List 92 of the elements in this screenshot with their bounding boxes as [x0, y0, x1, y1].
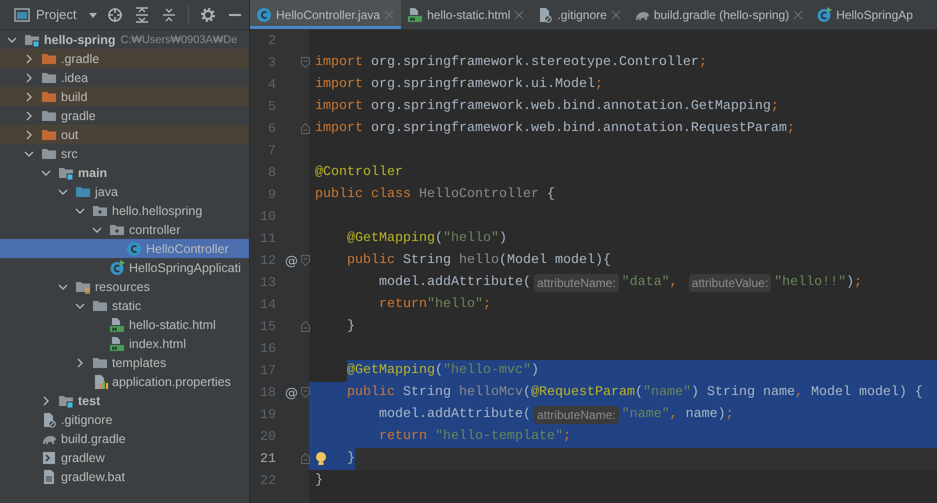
tree-item[interactable]: .gitignore — [0, 410, 249, 429]
tree-item[interactable]: hello.hellospring — [0, 201, 249, 220]
code-token: org.springframework.web.bind.annotation.GetMapping — [371, 98, 771, 116]
html-file-icon — [109, 316, 125, 332]
tree-item[interactable]: static — [0, 296, 249, 315]
editor-tab[interactable]: hello-static.html — [401, 0, 532, 29]
script-file-icon — [41, 450, 57, 466]
html-file-icon — [109, 336, 125, 352]
code-token: org.springframework.web.bind.annotation.RequestParam — [371, 120, 787, 138]
class-icon — [126, 240, 142, 256]
editor-tab[interactable]: build.gradle (hello-spring) — [628, 0, 810, 29]
ignored-file-icon — [537, 6, 554, 22]
tree-item[interactable]: hello-spring C:₩Users₩0903A₩De — [0, 30, 249, 49]
tree-item[interactable]: resources — [0, 277, 249, 296]
code-token: ) — [846, 274, 854, 292]
code-token: public class — [315, 186, 412, 204]
html-file-icon — [407, 6, 424, 22]
code-token: ; — [770, 98, 779, 116]
code-token: ; — [594, 76, 603, 94]
file-icon — [41, 468, 57, 484]
tree-item[interactable]: hello-static.html — [0, 315, 249, 334]
code-token: String — [402, 252, 452, 270]
panel-icon[interactable] — [14, 6, 30, 22]
code-token: import — [315, 54, 364, 72]
code-token: public — [346, 252, 396, 270]
gutter-marker[interactable]: @ — [285, 386, 295, 400]
parameter-hint: attributeValue: — [688, 274, 772, 292]
tree-item[interactable]: build — [0, 87, 249, 106]
class-icon — [109, 260, 125, 276]
tree-item[interactable]: gradlew.bat — [0, 467, 249, 486]
class-icon — [816, 6, 832, 22]
code-token: ; — [482, 296, 491, 314]
properties-file-icon — [92, 374, 108, 390]
parameter-hint: attributeName: — [534, 274, 619, 292]
ignored-file-icon — [41, 412, 57, 428]
code-token: org.springframework.ui.Model — [371, 76, 595, 94]
tree-item[interactable]: .idea — [0, 68, 249, 87]
fold-start-icon[interactable] — [301, 255, 310, 266]
tree-item[interactable]: index.html — [0, 334, 249, 353]
code-token: import — [315, 76, 364, 94]
code-token: ; — [786, 120, 795, 138]
panel-title[interactable]: Project — [36, 7, 76, 22]
code-token: import — [315, 98, 364, 116]
crosshair-icon[interactable] — [107, 6, 123, 22]
code-token: "hello" — [442, 230, 499, 248]
tree-item[interactable]: gradlew — [0, 448, 249, 467]
tree-item[interactable]: out — [0, 125, 249, 144]
code-token: ; — [854, 274, 862, 292]
fold-start-icon[interactable] — [301, 387, 310, 398]
tree-item[interactable]: HelloSpringApplicati — [0, 258, 249, 277]
tree-item[interactable]: java — [0, 182, 249, 201]
editor-tab[interactable]: HelloSpringAp — [810, 0, 920, 29]
editor-tab[interactable]: .gitignore — [531, 0, 628, 29]
settings-icon[interactable] — [200, 6, 216, 22]
code-token: model.addAttribute( — [378, 274, 531, 292]
code-token: { — [546, 186, 555, 204]
code-token: "data" — [622, 274, 670, 292]
fold-start-icon[interactable] — [301, 57, 310, 68]
gutter-marker[interactable]: @ — [285, 254, 295, 268]
code-token: import — [315, 120, 364, 138]
code-token: ) — [498, 230, 507, 248]
tree-item[interactable]: src — [0, 144, 249, 163]
expand-all-icon[interactable] — [134, 6, 150, 22]
line-number: 21 — [259, 452, 276, 466]
editor-tab[interactable]: HelloController.java — [250, 0, 402, 29]
code-token: hello — [458, 252, 499, 270]
tree-item[interactable]: .gradle — [0, 49, 249, 68]
project-path: C:₩Users₩0903A₩De — [120, 34, 238, 46]
code-token: @GetMapping — [346, 230, 435, 248]
code-token: HelloController — [418, 186, 539, 204]
code-token: "hello!!" — [774, 274, 846, 292]
code-token: org.springframework.stereotype.Controller — [371, 54, 699, 72]
tree-item[interactable]: build.gradle — [0, 429, 249, 448]
code-token: ( — [434, 230, 443, 248]
tree-item[interactable]: main — [0, 163, 249, 182]
code-token: @Controller — [315, 164, 403, 182]
parameter-hint: attributeName: — [534, 406, 619, 424]
tree-item[interactable]: test — [0, 391, 249, 410]
code-token: "hello" — [426, 296, 483, 314]
tree-item[interactable]: application.properties — [0, 372, 249, 391]
code-token: , — [670, 274, 679, 292]
tree-item[interactable]: controller — [0, 220, 249, 239]
code-token: } — [315, 472, 323, 490]
code-token: (Model model){ — [498, 252, 611, 270]
collapse-all-icon[interactable] — [161, 6, 177, 22]
tree-item[interactable]: gradle — [0, 106, 249, 125]
code-token: return — [378, 296, 427, 314]
tree-item[interactable]: templates — [0, 353, 249, 372]
lightbulb-icon[interactable] — [315, 451, 327, 467]
code-token: } — [346, 318, 355, 336]
code-token: ; — [698, 54, 707, 72]
class-icon — [256, 6, 272, 22]
